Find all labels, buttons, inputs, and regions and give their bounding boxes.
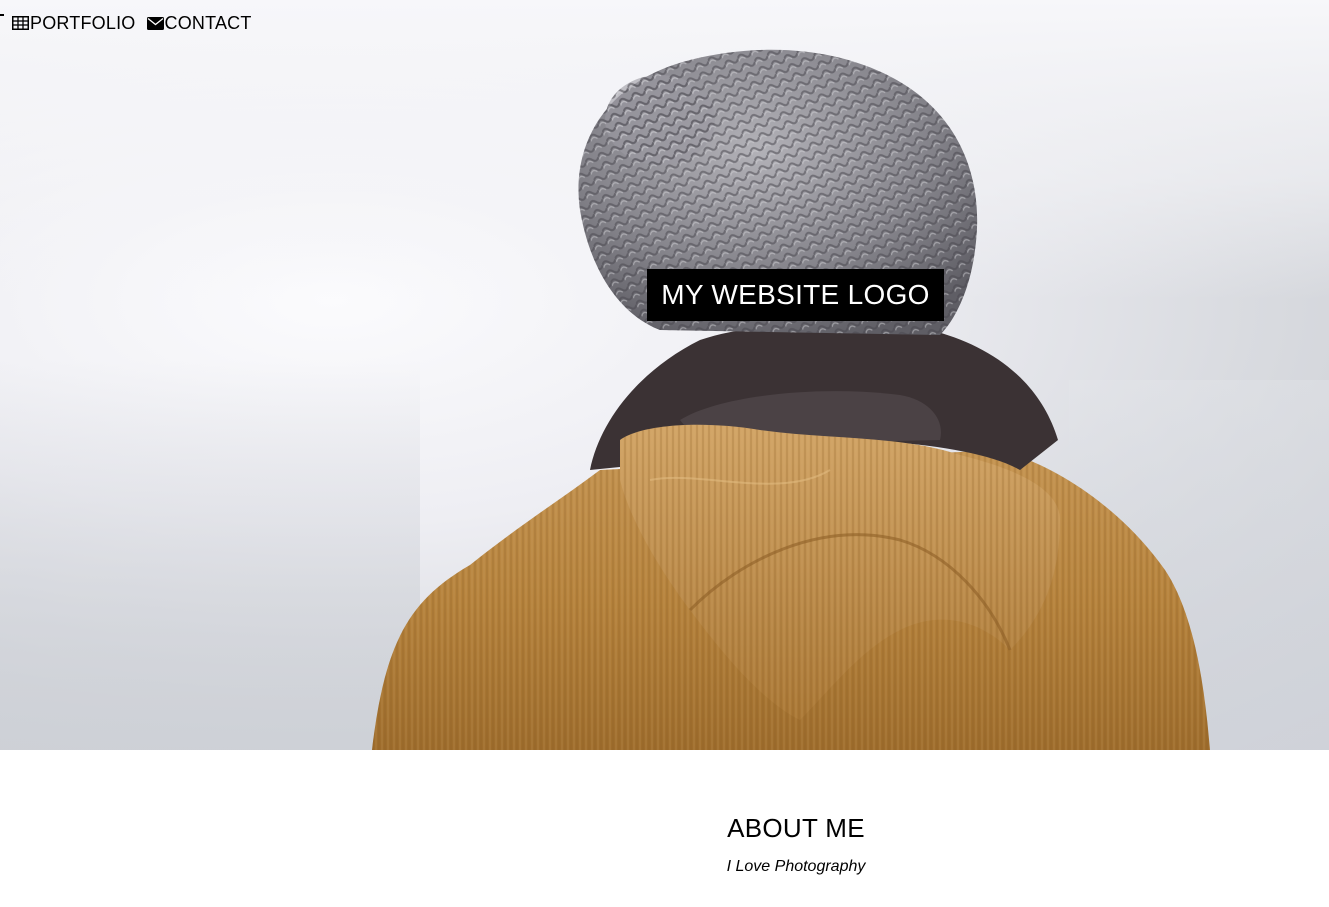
th-grid-icon <box>12 16 30 30</box>
nav-item-portfolio[interactable]: PORTFOLIO <box>12 13 136 34</box>
hero-image <box>0 0 1329 750</box>
site-logo-text: MY WEBSITE LOGO <box>661 279 930 310</box>
about-subtitle: I Love Photography <box>726 858 866 875</box>
envelope-icon <box>146 16 165 30</box>
nav-item-contact[interactable]: CONTACT <box>146 12 252 34</box>
site-logo[interactable]: MY WEBSITE LOGO <box>647 269 944 321</box>
about-section: ABOUT ME I Love Photography <box>0 750 1329 907</box>
person-illustration <box>372 49 1210 750</box>
top-navigation: PORTFOLIO CONTACT <box>0 11 263 35</box>
page: PORTFOLIO CONTACT MY WEBSITE LOGO ABOUT … <box>0 0 1329 907</box>
nav-item-cutoff <box>0 14 4 26</box>
nav-item-label: PORTFOLIO <box>30 12 136 33</box>
about-title: ABOUT ME <box>727 813 865 843</box>
nav-item-label: CONTACT <box>164 12 252 33</box>
